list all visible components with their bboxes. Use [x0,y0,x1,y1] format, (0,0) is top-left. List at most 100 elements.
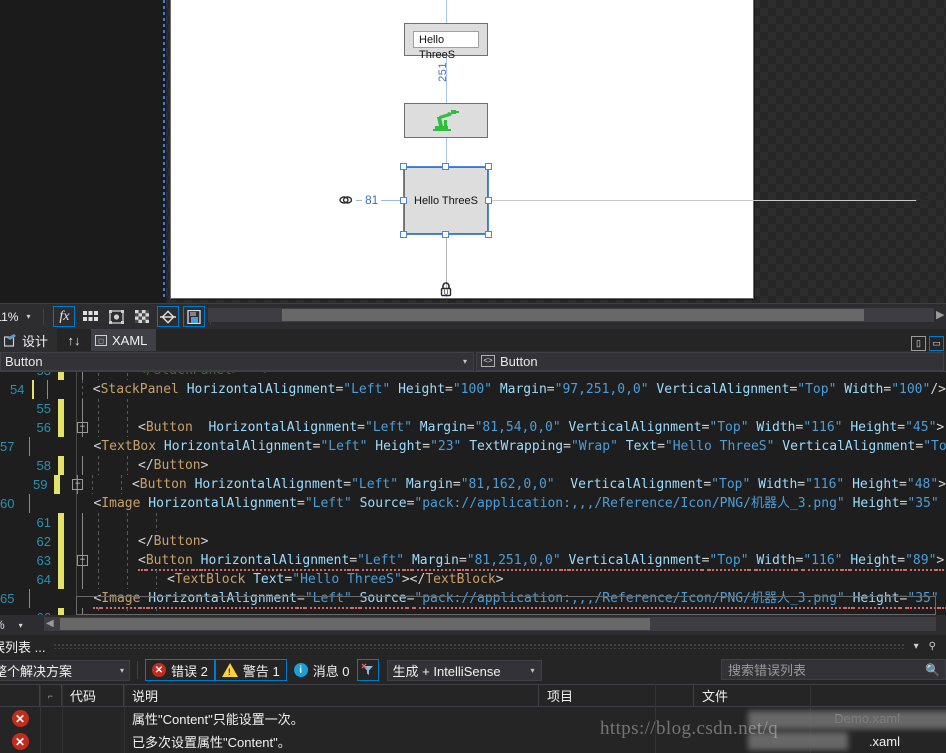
line-number: 55 [36,401,51,416]
selection-handle-n[interactable] [442,163,449,170]
code-line[interactable]: 55 [0,399,946,418]
selection-handle-sw[interactable] [400,231,407,238]
column-description[interactable]: 说明 [124,684,539,707]
design-textbox-hello[interactable]: Hello ThreeS [413,31,479,61]
collapse-toggle[interactable]: − [72,479,84,490]
panel-pin-button[interactable]: ⚲ [929,641,936,652]
designer-surface[interactable]: 251 Hello ThreeS Hello ThreeS 81 U [0,0,946,303]
collapse-toggle[interactable]: − [77,555,88,566]
code-line[interactable]: 63− <Button HorizontalAlignment="Left" Ma… [0,551,946,571]
margin-link-left-icon[interactable] [339,193,353,207]
code-token: "Top" [711,477,751,492]
design-button-1[interactable]: Hello ThreeS [404,23,488,61]
outlining-column[interactable] [74,532,92,551]
editor-hscrollbar-thumb[interactable] [60,618,650,630]
tab-design[interactable]: 设计 [0,329,58,351]
code-line[interactable]: 62 </Button> [0,532,946,551]
code-line[interactable]: 53 </StackPanel> --> [0,372,946,380]
code-token: "Top" [797,382,837,397]
build-source-dropdown[interactable]: 生成 + IntelliSense ▾ [386,659,542,681]
messages-label: 消息 0 [312,663,350,679]
outlining-column[interactable]: − [74,418,92,437]
code-token: > [495,572,504,587]
artboard[interactable]: 251 Hello ThreeS Hello ThreeS 81 U [170,0,930,299]
grid-button[interactable] [79,306,101,327]
selection-handle-e[interactable] [485,197,492,204]
outlining-column[interactable] [74,513,92,532]
error-icon: ✕ [11,710,29,727]
redacted-project-2 [748,732,848,750]
warnings-toggle[interactable]: 警告 1 [214,659,287,681]
outlining-column[interactable] [74,372,92,380]
error-search-input[interactable]: 搜索错误列表 🔍 [721,659,946,680]
code-line[interactable]: 56− <Button HorizontalAlignment="Left" Ma… [0,418,946,437]
selection-handle-w[interactable] [400,197,407,204]
margin-adorner-right-line [489,200,917,201]
vertical-split-button[interactable]: ▯ [911,336,926,351]
designer-scroll-right-arrow[interactable]: ▶ [936,308,944,321]
outlining-column[interactable]: − [69,475,86,494]
code-token: = [897,420,906,435]
selection-handle-s[interactable] [442,231,449,238]
clear-filter-button[interactable] [356,659,379,681]
margin-lock-bottom-icon[interactable]: U [439,282,453,298]
effects-button[interactable]: fx [53,306,76,327]
indent-guide [127,513,128,532]
code-line[interactable]: 59− <Button HorizontalAlignment="Left" Ma… [0,475,946,494]
column-file[interactable]: 文件 [694,684,946,707]
code-line[interactable]: 64 <TextBlock Text="Hello ThreeS"></TextB… [0,570,946,589]
code-line[interactable]: 61 [0,513,946,532]
error-icon: ✕ [11,733,29,750]
code-token: = [349,553,358,571]
code-line[interactable]: 54 <StackPanel HorizontalAlignment = "Left"… [0,380,946,399]
column-marker[interactable]: ⌐ [40,684,62,707]
editor-zoom-combo[interactable]: % ▾ [0,618,23,632]
code-line[interactable]: 60 <Image HorizontalAlignment="Left" Sour… [0,494,946,513]
collapse-toggle[interactable]: − [77,422,88,433]
code-text: </Button> [128,532,208,551]
outlining-column[interactable] [74,570,92,589]
code-line[interactable]: 58 </Button> [0,456,946,475]
column-severity[interactable] [0,684,40,707]
code-token: "116" [803,553,843,571]
code-token: </ [138,534,154,549]
editor-scroll-left-arrow[interactable]: ◀ [46,618,54,629]
column-project[interactable]: 项目 [539,684,694,707]
design-button-2[interactable] [404,103,488,138]
artboard-backdrop-button[interactable] [157,306,180,327]
transparency-button[interactable] [131,306,153,327]
outlining-column[interactable] [74,456,92,475]
column-code[interactable]: 代码 [62,684,124,707]
outlining-column[interactable] [74,399,92,418]
horizontal-split-button[interactable]: ▭ [929,336,944,351]
panel-menu-button[interactable]: ▾ [914,641,919,652]
code-token: Margin [411,553,459,571]
outlining-column[interactable] [39,380,49,399]
scope-dropdown[interactable]: 整个解决方案 ▾ [0,659,130,681]
nav-type-dropdown[interactable]: Button ▾ [0,351,474,371]
swap-panes-button[interactable]: ↑↓ [57,329,91,351]
code-line[interactable]: 57 <TextBox HorizontalAlignment="Left" He… [0,437,946,456]
outlining-column[interactable]: − [74,551,92,570]
tab-xaml[interactable]: ◻ XAML [91,329,157,351]
designer-zoom-combo[interactable]: .11% ▾ [0,307,38,327]
selection-handle-ne[interactable] [485,163,492,170]
indent-guide [98,551,99,570]
xaml-code-editor[interactable]: 53</StackPanel> -->54<StackPanel Horizon… [0,372,946,615]
nav-member-dropdown[interactable]: <> Button [476,351,944,371]
code-token: Width [756,420,796,435]
design-button-3-selected[interactable]: Hello ThreeS [404,167,488,234]
device-preview-button[interactable] [183,306,206,327]
messages-toggle[interactable]: i 消息 0 [287,659,357,681]
selection-handle-se[interactable] [485,231,492,238]
gutter-gap [64,551,74,570]
margin-link-right-icon[interactable] [915,193,931,207]
code-token: Height [850,553,898,571]
errors-toggle[interactable]: ✕ 错误 2 [145,659,215,681]
snap-to-gridlines-button[interactable] [105,306,127,327]
code-token: < [131,477,140,492]
designer-hscrollbar-thumb[interactable] [282,309,864,321]
selection-handle-nw[interactable] [400,163,407,170]
